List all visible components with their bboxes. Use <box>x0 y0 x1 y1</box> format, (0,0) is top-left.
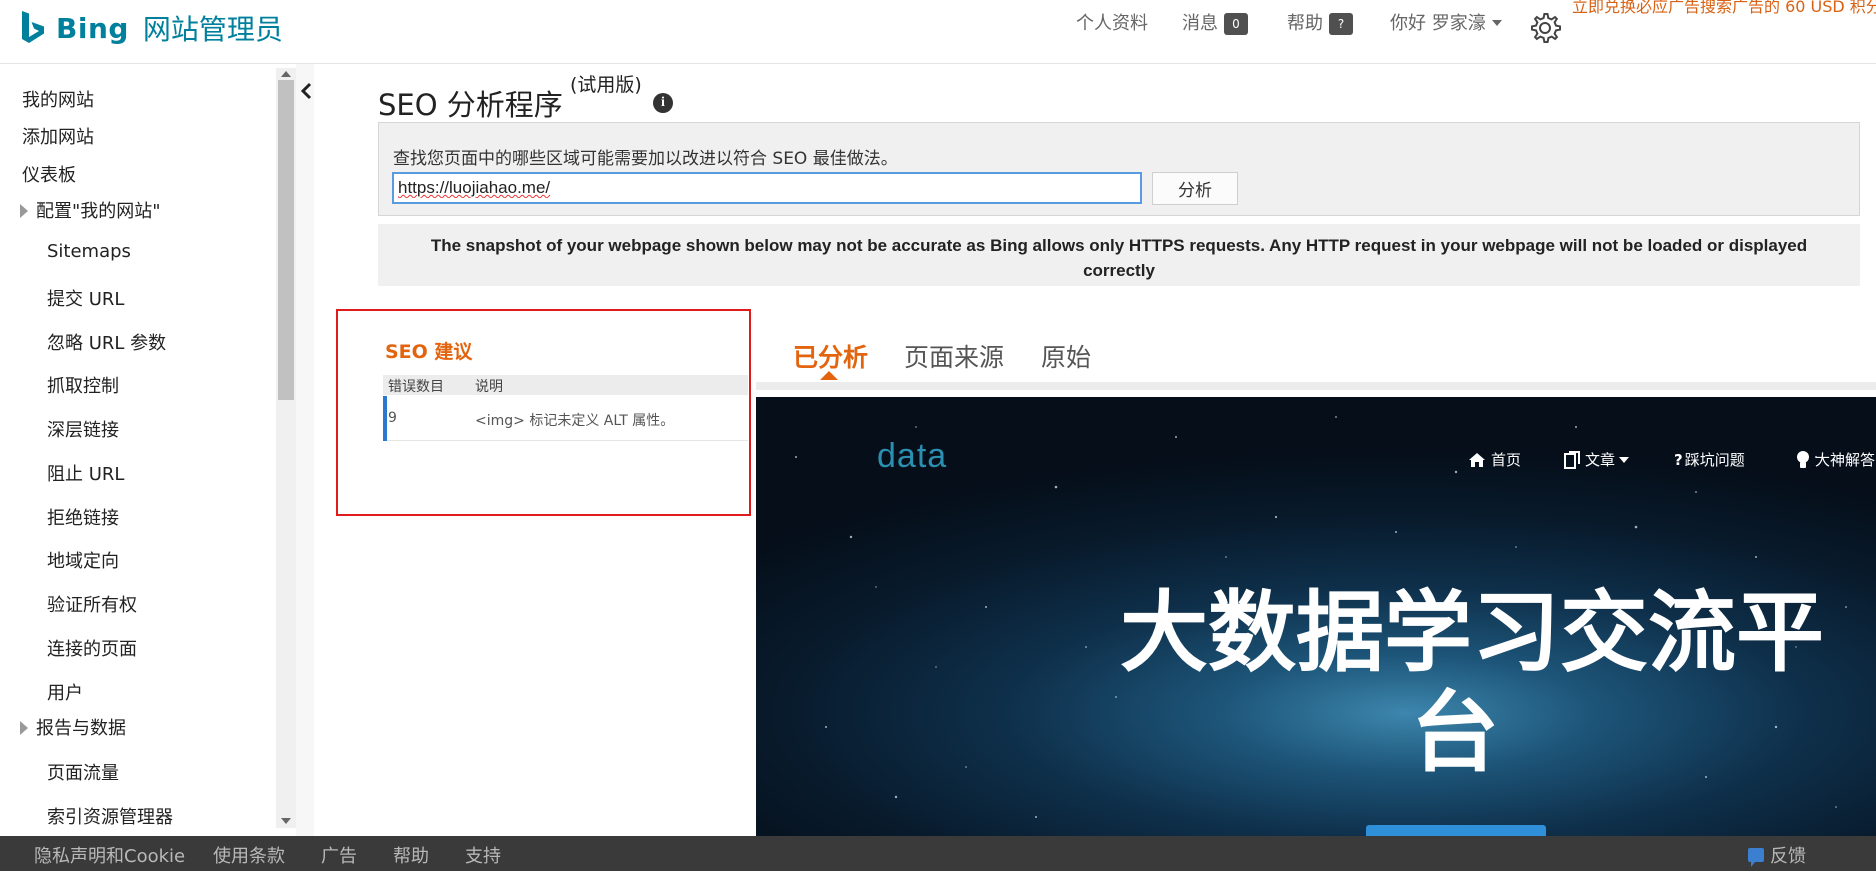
chevron-down-icon <box>1619 456 1630 463</box>
footer: 隐私声明和Cookie 使用条款 广告 帮助 支持 反馈 <box>0 836 1876 871</box>
sidebar-item-page-traffic[interactable]: 页面流量 <box>47 759 119 785</box>
seo-suggestions-panel: SEO 建议 错误数目 说明 9 <img> 标记未定义 ALT 属性。 <box>336 309 751 516</box>
table-row[interactable]: 9 <img> 标记未定义 ALT 属性。 <box>383 396 748 441</box>
sidebar-item-add-site[interactable]: 添加网站 <box>22 123 94 149</box>
sidebar-group-label: 报告与数据 <box>36 718 126 739</box>
column-header-description[interactable]: 说明 <box>475 376 503 396</box>
page-title: SEO 分析程序 <box>378 88 563 122</box>
document-icon <box>1564 450 1580 469</box>
home-icon <box>1469 452 1485 467</box>
sidebar-item-connected-pages[interactable]: 连接的页面 <box>47 635 137 661</box>
feedback-label: 反馈 <box>1770 846 1806 867</box>
sidebar-item-dashboard[interactable]: 仪表板 <box>22 161 76 187</box>
expand-arrow-icon <box>20 204 28 218</box>
bing-webmaster-logo[interactable]: Bing 网站管理员 <box>20 6 283 50</box>
chat-bubble-icon <box>1748 848 1764 867</box>
messages-link[interactable]: 消息 0 <box>1182 9 1248 35</box>
footer-link-terms[interactable]: 使用条款 <box>213 842 285 868</box>
sidebar-item-geo-targeting[interactable]: 地域定向 <box>47 547 119 573</box>
expand-arrow-icon <box>20 721 28 735</box>
brand-name: Bing <box>56 11 129 45</box>
tabs-divider <box>756 382 1876 390</box>
sidebar-item-users[interactable]: 用户 <box>47 679 83 705</box>
seo-table-header: 错误数目 说明 <box>383 375 748 395</box>
messages-count-badge: 0 <box>1224 13 1248 35</box>
tab-original[interactable]: 原始 <box>1041 338 1091 374</box>
sidebar-group-label: 配置"我的网站" <box>36 201 161 222</box>
seo-suggestions-title: SEO 建议 <box>385 341 473 363</box>
row-selected-indicator <box>383 396 387 441</box>
tab-analyzed[interactable]: 已分析 <box>793 338 868 374</box>
site-nav-home[interactable]: 首页 <box>1468 449 1521 470</box>
sidebar-item-index-explorer[interactable]: 索引资源管理器 <box>47 803 173 829</box>
scrollbar-thumb[interactable] <box>278 80 294 400</box>
sidebar-item-submit-url[interactable]: 提交 URL <box>47 285 124 311</box>
site-nav-label: 踩坑问题 <box>1684 451 1745 469</box>
footer-link-help[interactable]: 帮助 <box>393 842 429 868</box>
collapse-sidebar-icon[interactable] <box>298 80 316 102</box>
feedback-button[interactable]: 反馈 <box>1748 842 1806 868</box>
top-header: Bing 网站管理员 个人资料 消息 0 帮助? 你好 罗家濠 立即兑换必应广告搜… <box>0 0 1876 64</box>
site-nav-label: 文章 <box>1585 451 1616 469</box>
https-notice: The snapshot of your webpage shown below… <box>378 224 1860 286</box>
lightbulb-icon <box>1797 450 1809 468</box>
info-icon[interactable]: i <box>653 93 673 113</box>
help-link[interactable]: 帮助? <box>1287 9 1353 35</box>
scroll-up-arrow-icon[interactable] <box>281 71 291 77</box>
promo-link[interactable]: 立即兑换必应广告搜索广告的 60 USD 积分 <box>1572 0 1876 17</box>
tab-page-source[interactable]: 页面来源 <box>904 338 1004 374</box>
url-input[interactable] <box>392 172 1142 204</box>
gear-icon[interactable] <box>1529 12 1561 44</box>
product-name: 网站管理员 <box>142 13 283 46</box>
help-badge: ? <box>1329 13 1353 35</box>
analyze-description: 查找您页面中的哪些区域可能需要加以改进以符合 SEO 最佳做法。 <box>393 149 898 169</box>
active-tab-indicator <box>820 371 838 380</box>
hero-cta-button[interactable] <box>1366 825 1546 836</box>
sidebar-nav: 我的网站 添加网站 仪表板 配置"我的网站" Sitemaps 提交 URL 忽… <box>0 64 296 836</box>
sidebar-item-ignore-params[interactable]: 忽略 URL 参数 <box>47 329 166 355</box>
sidebar-item-sitemaps[interactable]: Sitemaps <box>47 241 131 262</box>
help-label: 帮助 <box>1287 13 1323 34</box>
sidebar-scrollbar[interactable] <box>276 68 296 828</box>
site-logo[interactable]: data <box>877 437 947 476</box>
analyze-panel: 查找您页面中的哪些区域可能需要加以改进以符合 SEO 最佳做法。 分析 <box>378 122 1860 216</box>
scroll-down-arrow-icon[interactable] <box>281 818 291 824</box>
page-title-trial-tag: (试用版) <box>570 74 642 96</box>
error-count: 9 <box>388 410 397 426</box>
site-nav-experts[interactable]: 大神解答 <box>1796 449 1875 470</box>
error-description: <img> 标记未定义 ALT 属性。 <box>475 413 675 429</box>
sidebar-group-configure[interactable]: 配置"我的网站" <box>20 197 161 223</box>
chevron-down-icon <box>1491 20 1502 26</box>
site-nav-label: 首页 <box>1491 451 1522 469</box>
sidebar-item-disavow-links[interactable]: 拒绝链接 <box>47 504 119 530</box>
user-menu[interactable]: 你好 罗家濠 <box>1390 9 1502 35</box>
footer-link-ads[interactable]: 广告 <box>321 842 357 868</box>
user-greeting: 你好 罗家濠 <box>1390 13 1486 34</box>
footer-link-privacy[interactable]: 隐私声明和Cookie <box>34 842 185 868</box>
bing-b-icon <box>22 11 44 43</box>
sidebar-item-crawl-control[interactable]: 抓取控制 <box>47 372 119 398</box>
sidebar-item-block-urls[interactable]: 阻止 URL <box>47 460 124 486</box>
sidebar-item-deep-links[interactable]: 深层链接 <box>47 416 119 442</box>
profile-link[interactable]: 个人资料 <box>1076 9 1148 35</box>
sidebar-group-reports[interactable]: 报告与数据 <box>20 714 126 740</box>
messages-label: 消息 <box>1182 13 1218 34</box>
sidebar-item-my-sites[interactable]: 我的网站 <box>22 86 94 112</box>
column-header-errors[interactable]: 错误数目 <box>388 376 444 396</box>
site-nav-articles[interactable]: 文章 <box>1564 449 1630 470</box>
question-icon: ? <box>1674 450 1683 469</box>
page-preview[interactable]: data 首页 文章 ? 踩坑问题 大神解答 大数据学习交流平 台 <box>756 397 1876 836</box>
analyze-button[interactable]: 分析 <box>1152 172 1238 205</box>
sidebar-divider <box>296 64 314 836</box>
sidebar-item-verify-ownership[interactable]: 验证所有权 <box>47 591 137 617</box>
site-nav-pitfalls[interactable]: ? 踩坑问题 <box>1674 449 1745 470</box>
hero-heading-line2: 台 <box>1411 681 1500 784</box>
site-nav-label: 大神解答 <box>1815 451 1876 469</box>
footer-link-support[interactable]: 支持 <box>465 842 501 868</box>
